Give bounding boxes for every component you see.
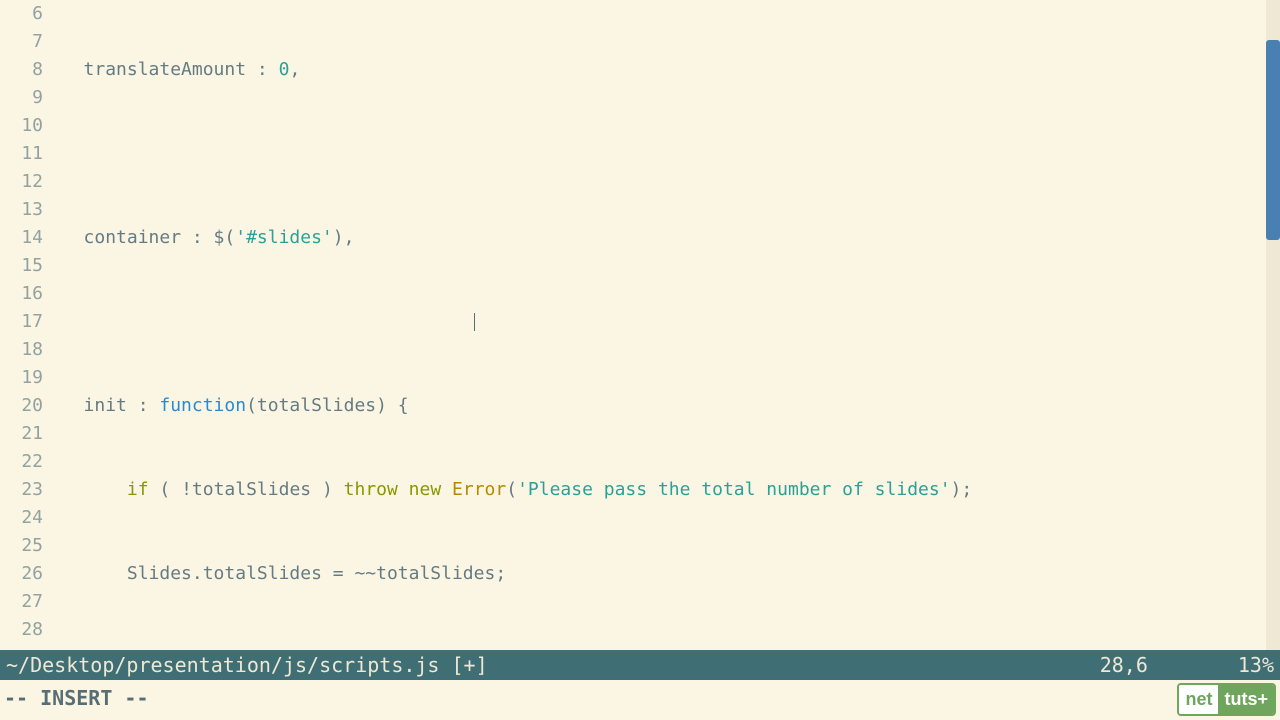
file-path: ~/Desktop/presentation/js/scripts.js [+] (6, 650, 1100, 680)
line-number: 20 (0, 392, 43, 420)
line-number: 10 (0, 112, 43, 140)
line-number: 7 (0, 28, 43, 56)
line-number: 25 (0, 532, 43, 560)
line-number: 19 (0, 364, 43, 392)
line-number: 17 (0, 308, 43, 336)
line-number: 28 (0, 616, 43, 644)
code-line[interactable]: Slides.totalSlides = ~~totalSlides; (49, 560, 1280, 588)
code-line[interactable] (49, 140, 1280, 168)
scrollbar-thumb[interactable] (1266, 40, 1280, 240)
line-number: 13 (0, 196, 43, 224)
line-number: 24 (0, 504, 43, 532)
watermark-right: tuts+ (1218, 685, 1274, 714)
watermark-left: net (1179, 685, 1218, 714)
line-number: 8 (0, 56, 43, 84)
line-number: 14 (0, 224, 43, 252)
code-line[interactable]: translateAmount : 0, (49, 56, 1280, 84)
watermark-logo: net tuts+ (1177, 683, 1276, 716)
status-bar: ~/Desktop/presentation/js/scripts.js [+]… (0, 650, 1280, 680)
line-number: 26 (0, 560, 43, 588)
line-number: 15 (0, 252, 43, 280)
code-line[interactable]: if ( !totalSlides ) throw new Error('Ple… (49, 476, 1280, 504)
line-number: 18 (0, 336, 43, 364)
code-line[interactable]: init : function(totalSlides) { (49, 392, 1280, 420)
line-number: 22 (0, 448, 43, 476)
line-number: 27 (0, 588, 43, 616)
line-number: 16 (0, 280, 43, 308)
line-number: 6 (0, 0, 43, 28)
line-number-gutter: 6 7 8 9 10 11 12 13 14 15 16 17 18 19 20… (0, 0, 49, 650)
cursor-position: 28,6 (1100, 650, 1148, 680)
line-number: 11 (0, 140, 43, 168)
line-number: 12 (0, 168, 43, 196)
line-number: 21 (0, 420, 43, 448)
editor-window: 6 7 8 9 10 11 12 13 14 15 16 17 18 19 20… (0, 0, 1280, 720)
vim-mode-indicator: -- INSERT -- (0, 680, 1280, 720)
vertical-scrollbar[interactable] (1266, 0, 1280, 650)
line-number: 9 (0, 84, 43, 112)
code-line[interactable]: container : $('#slides'), (49, 224, 1280, 252)
text-cursor (474, 313, 475, 331)
line-number: 23 (0, 476, 43, 504)
code-area[interactable]: 6 7 8 9 10 11 12 13 14 15 16 17 18 19 20… (0, 0, 1280, 650)
scroll-percent: 13% (1238, 650, 1274, 680)
code-content[interactable]: translateAmount : 0, container : $('#sli… (49, 0, 1280, 650)
code-line[interactable] (49, 308, 1280, 336)
